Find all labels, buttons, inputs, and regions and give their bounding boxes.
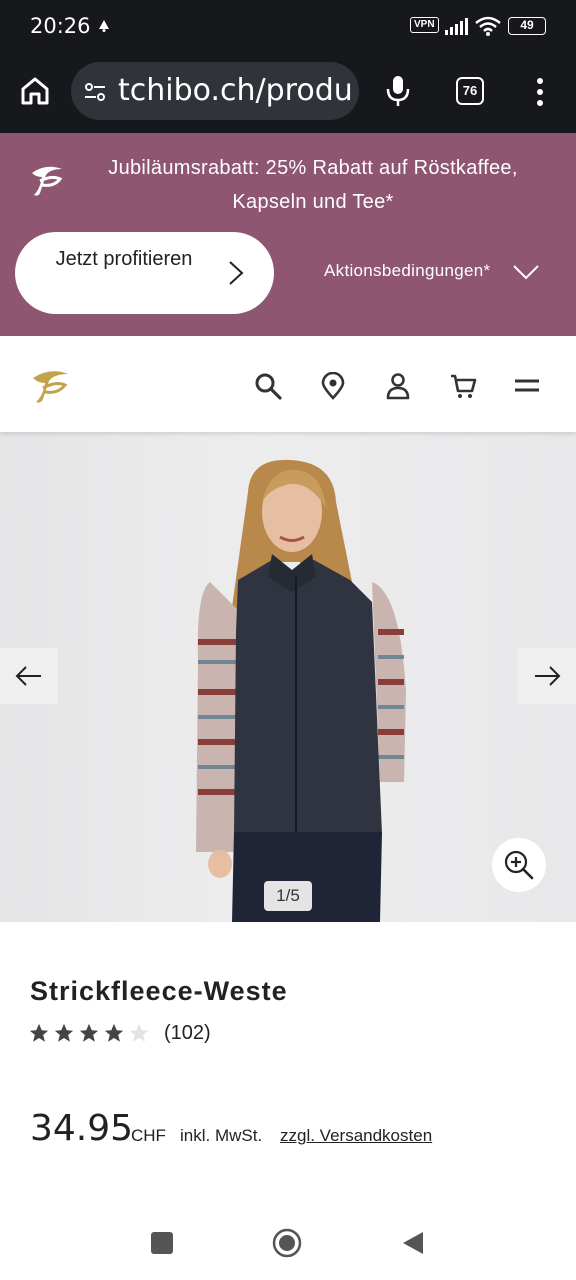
search-icon[interactable] <box>254 372 282 400</box>
site-header <box>0 336 576 432</box>
vat-note: inkl. MwSt. <box>180 1126 263 1145</box>
arrow-right-icon <box>535 666 561 686</box>
battery-indicator: 49 <box>508 17 546 35</box>
status-bar: 20:26 VPN 49 <box>0 0 576 54</box>
location-icon[interactable] <box>319 372 347 400</box>
url-text: tchibo.ch/produ <box>118 73 353 108</box>
product-photo <box>196 459 406 922</box>
cart-icon[interactable] <box>449 372 477 400</box>
system-navigation-bar <box>0 1204 576 1280</box>
shipping-costs-link[interactable]: zzgl. Versandkosten <box>280 1126 432 1146</box>
star-empty-icon <box>129 1023 149 1042</box>
gallery-prev-button[interactable] <box>0 648 58 704</box>
zoom-in-icon <box>504 850 534 880</box>
back-button-icon[interactable] <box>401 1230 425 1256</box>
chevron-right-icon <box>229 261 244 285</box>
vpn-badge: VPN <box>410 17 439 33</box>
address-bar[interactable]: tchibo.ch/produ <box>71 62 359 120</box>
star-filled-icon <box>54 1023 74 1042</box>
product-price: 34.95 <box>30 1108 134 1149</box>
browser-chrome: 20:26 VPN 49 tchibo.ch/produ 76 <box>0 0 576 133</box>
star-filled-icon <box>79 1023 99 1042</box>
recent-apps-button[interactable] <box>151 1232 173 1254</box>
star-rating[interactable] <box>28 1022 153 1046</box>
chevron-down-icon[interactable] <box>512 263 540 281</box>
menu-icon[interactable] <box>513 372 541 400</box>
star-filled-icon <box>29 1023 49 1042</box>
browser-toolbar: tchibo.ch/produ 76 <box>0 60 576 124</box>
promo-banner: Jubiläumsrabatt: 25% Rabatt auf Röstkaff… <box>0 133 576 336</box>
zoom-button[interactable] <box>492 838 546 892</box>
product-image-gallery[interactable]: 1/5 <box>0 432 576 922</box>
home-button-icon[interactable] <box>272 1228 302 1258</box>
signal-icon <box>445 18 468 35</box>
arrow-left-icon <box>15 666 41 686</box>
promo-cta-button[interactable]: Jetzt profitieren <box>15 232 274 314</box>
price-currency: CHF <box>131 1126 166 1145</box>
star-filled-icon <box>104 1023 124 1042</box>
promo-conditions-link[interactable]: Aktionsbedingungen* <box>324 261 490 281</box>
product-title: Strickfleece-Weste <box>30 976 288 1006</box>
status-time: 20:26 <box>30 14 91 38</box>
tchibo-logo-icon <box>32 166 63 196</box>
wifi-icon <box>475 16 501 36</box>
tab-switcher-button[interactable]: 76 <box>456 77 484 105</box>
home-icon[interactable] <box>18 74 52 108</box>
tchibo-logo-icon[interactable] <box>28 366 72 406</box>
gallery-counter: 1/5 <box>264 881 312 911</box>
notification-icon <box>99 20 109 32</box>
promo-text: Jubiläumsrabatt: 25% Rabatt auf Röstkaff… <box>108 157 518 213</box>
site-settings-icon[interactable] <box>83 80 107 104</box>
promo-cta-label: Jetzt profitieren <box>55 248 193 270</box>
microphone-icon[interactable] <box>384 74 412 108</box>
account-icon[interactable] <box>384 372 412 400</box>
gallery-next-button[interactable] <box>518 648 576 704</box>
review-count[interactable]: (102) <box>164 1022 211 1045</box>
more-options-icon[interactable] <box>530 76 550 108</box>
